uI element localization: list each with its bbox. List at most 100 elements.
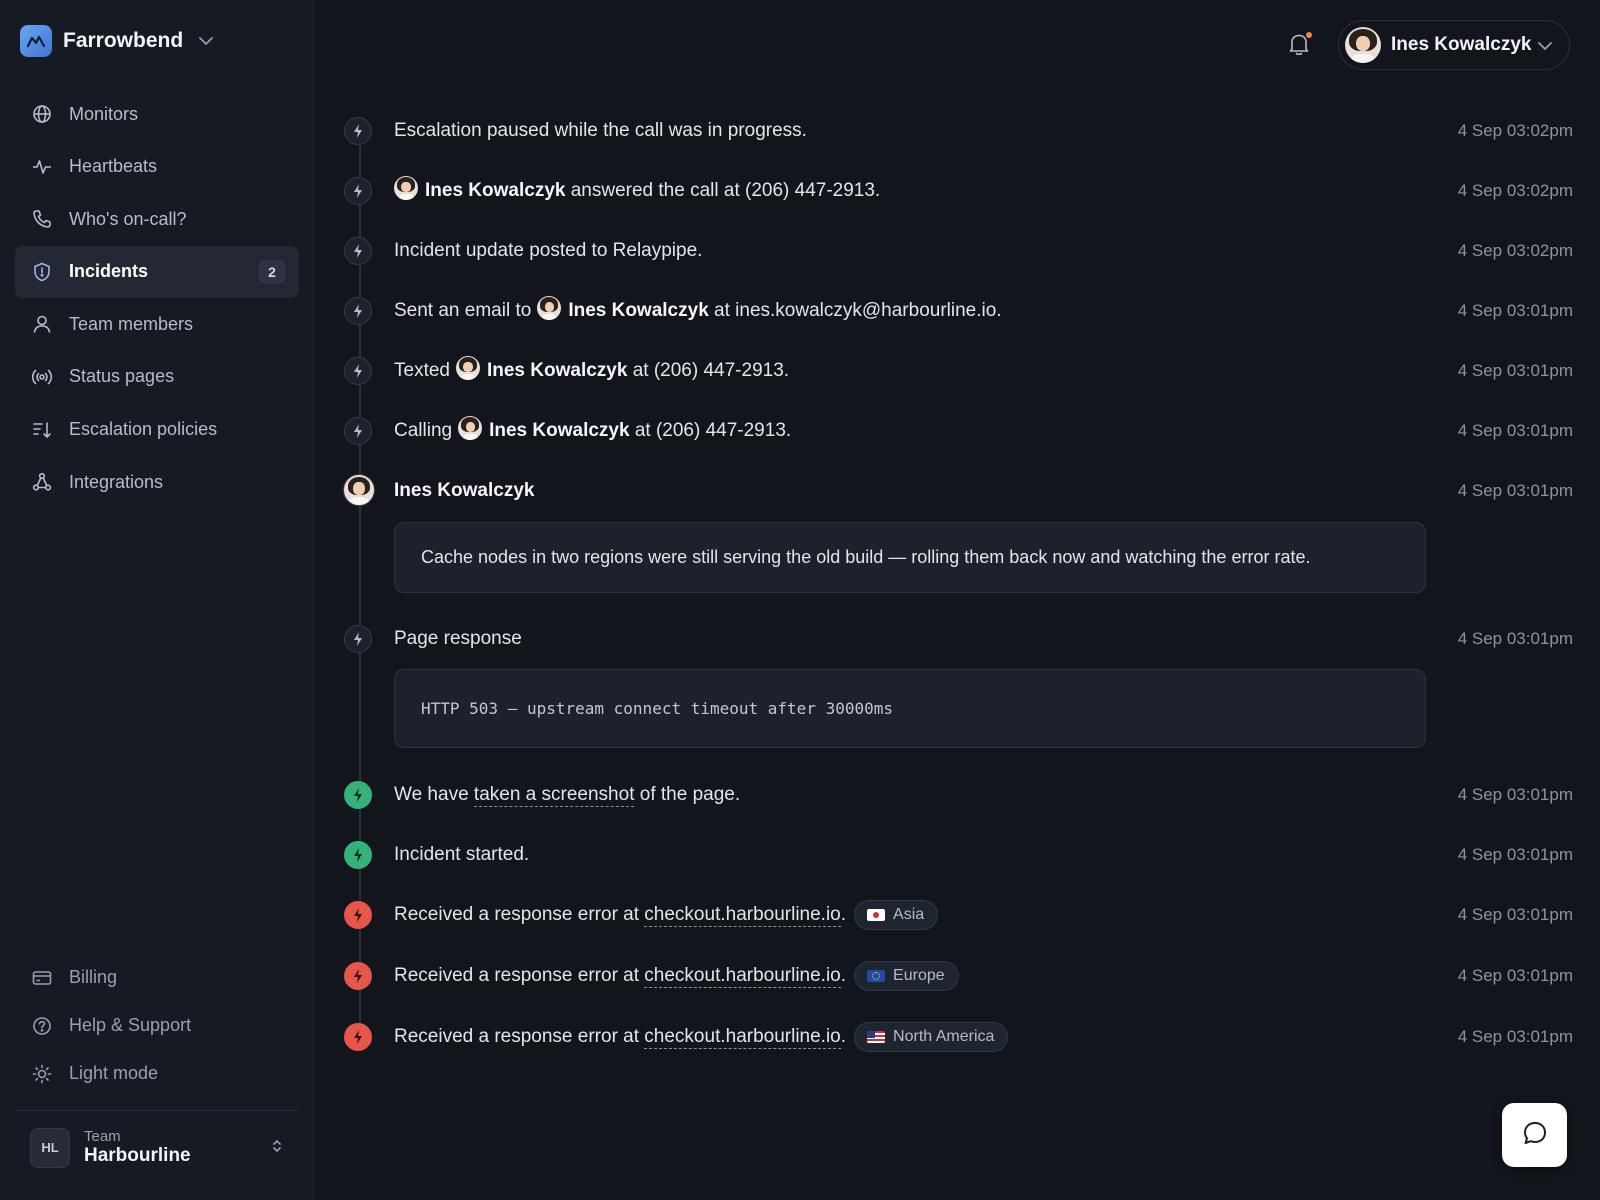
region-badge: North America — [854, 1022, 1009, 1052]
notification-dot — [1306, 32, 1312, 38]
japan-flag-icon — [867, 909, 886, 921]
person-name[interactable]: Ines Kowalczyk — [568, 300, 708, 322]
event-text: Escalation paused while the call was in … — [394, 120, 807, 141]
monitor-url-link[interactable]: checkout.harbourline.io — [644, 904, 841, 927]
eu-flag-icon — [867, 970, 886, 982]
bolt-icon — [344, 781, 372, 809]
card-icon — [31, 967, 53, 989]
timeline-event: Ines Kowalczyk answered the call at (206… — [343, 171, 1573, 211]
sidebar-item-label: Heartbeats — [69, 156, 158, 177]
timeline-event: Incident started. 4 Sep 03:01pm — [343, 835, 1573, 875]
broadcast-icon — [31, 366, 53, 388]
comment-text: Cache nodes in two regions were still se… — [421, 547, 1311, 567]
notifications-bell-icon[interactable] — [1288, 32, 1312, 58]
monitor-url-link[interactable]: checkout.harbourline.io — [644, 965, 841, 988]
timeline-event: Received a response error at checkout.ha… — [343, 1017, 1573, 1057]
timeline-event: Page response 4 Sep 03:01pm — [343, 619, 1573, 659]
sidebar-item-billing[interactable]: Billing — [15, 954, 299, 1002]
region-badge: Asia — [854, 900, 939, 930]
sidebar-item-team-members[interactable]: Team members — [15, 298, 299, 350]
sidebar-item-label: Light mode — [69, 1063, 159, 1084]
region-label: Europe — [893, 967, 945, 984]
event-time: 4 Sep 03:02pm — [1457, 181, 1573, 200]
event-time: 4 Sep 03:01pm — [1457, 301, 1573, 320]
sidebar-item-label: Status pages — [69, 366, 175, 387]
event-text: . — [840, 1026, 847, 1047]
bolt-icon — [344, 625, 372, 653]
bolt-icon — [344, 177, 372, 205]
event-text: at ines.kowalczyk@harbourline.io. — [708, 300, 1002, 321]
timeline-event: Sent an email to Ines Kowalczyk at ines.… — [343, 291, 1573, 331]
event-time: 4 Sep 03:01pm — [1457, 785, 1573, 804]
bolt-icon — [344, 357, 372, 385]
nodes-icon — [31, 471, 53, 493]
event-time: 4 Sep 03:01pm — [1457, 629, 1573, 648]
sidebar-item-heartbeats[interactable]: Heartbeats — [15, 141, 299, 193]
event-text: of the page. — [634, 784, 741, 805]
sidebar: Farrowbend Monitors Heartbeats Who's on-… — [0, 0, 314, 1200]
bolt-icon — [344, 297, 372, 325]
avatar — [458, 416, 483, 440]
sidebar-item-incidents[interactable]: Incidents 2 — [15, 245, 299, 298]
sidebar-item-on-call[interactable]: Who's on-call? — [15, 193, 299, 245]
avatar — [455, 356, 480, 380]
event-text: We have — [394, 784, 474, 805]
bolt-icon — [344, 237, 372, 265]
timeline-event: Received a response error at checkout.ha… — [343, 895, 1573, 935]
person-name[interactable]: Ines Kowalczyk — [394, 480, 534, 502]
screenshot-link[interactable]: taken a screenshot — [473, 784, 635, 807]
sidebar-item-status-pages[interactable]: Status pages — [15, 351, 299, 403]
event-text: Texted — [394, 360, 450, 381]
monitor-url-link[interactable]: checkout.harbourline.io — [644, 1026, 841, 1049]
bolt-icon — [344, 1023, 372, 1051]
help-icon — [31, 1015, 53, 1037]
event-text: Incident update posted to Relaypipe. — [394, 240, 703, 261]
event-time: 4 Sep 03:01pm — [1457, 905, 1573, 924]
event-text: answered the call at (206) 447-2913. — [565, 180, 881, 201]
person-name[interactable]: Ines Kowalczyk — [487, 360, 627, 382]
workspace-switcher[interactable]: Farrowbend — [20, 25, 214, 57]
secondary-nav: Billing Help & Support Light mode — [15, 954, 299, 1098]
sidebar-item-monitors[interactable]: Monitors — [15, 88, 299, 140]
event-time: 4 Sep 03:01pm — [1457, 845, 1573, 864]
sidebar-item-label: Who's on-call? — [69, 208, 187, 229]
us-flag-icon — [867, 1031, 886, 1043]
timeline-event: We have taken a screenshot of the page. … — [343, 775, 1573, 815]
brand-logo-icon — [20, 25, 52, 57]
user-menu[interactable]: Ines Kowalczyk — [1338, 20, 1570, 70]
chevron-down-icon — [1537, 38, 1553, 56]
response-code-text: HTTP 503 — upstream connect timeout afte… — [421, 699, 894, 718]
event-text: Page response — [394, 628, 522, 649]
sidebar-item-help[interactable]: Help & Support — [15, 1002, 299, 1050]
sidebar-item-light-mode[interactable]: Light mode — [15, 1050, 299, 1098]
region-label: North America — [893, 1028, 995, 1045]
sidebar-item-label: Incidents — [69, 261, 149, 282]
person-name[interactable]: Ines Kowalczyk — [489, 420, 629, 442]
region-label: Asia — [893, 906, 925, 923]
sidebar-item-escalation-policies[interactable]: Escalation policies — [15, 404, 299, 456]
event-text: . — [840, 904, 847, 925]
incident-count-badge: 2 — [259, 259, 285, 284]
event-text: at (206) 447-2913. — [627, 360, 790, 381]
team-label: Team — [84, 1127, 121, 1145]
event-time: 4 Sep 03:01pm — [1457, 481, 1573, 500]
event-time: 4 Sep 03:01pm — [1457, 421, 1573, 440]
sidebar-item-integrations[interactable]: Integrations — [15, 456, 299, 508]
event-text: Received a response error at — [394, 1026, 645, 1047]
event-text: Sent an email to — [394, 300, 532, 321]
sidebar-item-label: Help & Support — [69, 1015, 192, 1036]
avatar — [343, 474, 375, 506]
chat-bubble-icon — [1522, 1120, 1548, 1151]
chat-support-button[interactable] — [1502, 1103, 1567, 1167]
sidebar-item-label: Monitors — [69, 103, 139, 124]
region-badge: Europe — [854, 961, 959, 991]
person-name[interactable]: Ines Kowalczyk — [425, 180, 565, 202]
event-text: Calling — [394, 420, 453, 441]
team-name: Harbourline — [84, 1145, 191, 1167]
sun-icon — [31, 1063, 53, 1085]
team-switcher[interactable]: HL Team Harbourline — [15, 1110, 299, 1184]
phone-icon — [31, 208, 53, 230]
avatar — [394, 176, 418, 200]
bolt-icon — [344, 901, 372, 929]
timeline-event: Calling Ines Kowalczyk at (206) 447-2913… — [343, 411, 1573, 451]
